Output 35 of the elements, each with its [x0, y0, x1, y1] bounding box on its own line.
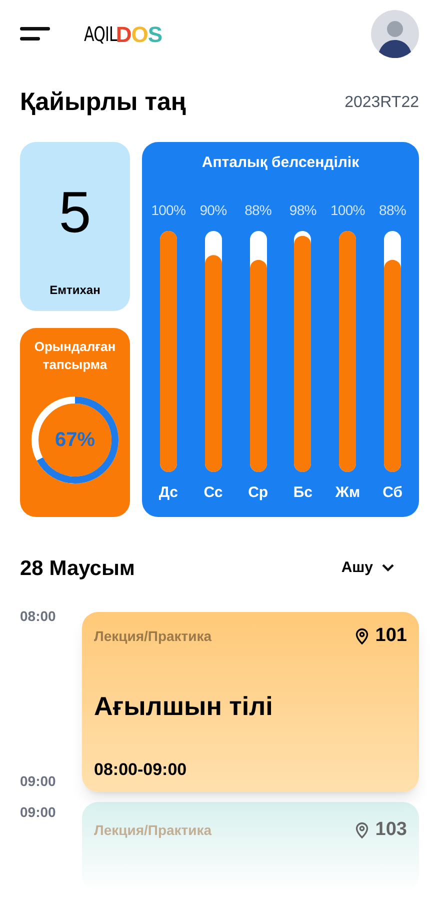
- bar-value-label: 88%: [379, 201, 406, 220]
- tasks-percent: 67%: [54, 430, 96, 450]
- room-number: 101: [375, 624, 407, 648]
- day-label: Сб: [382, 483, 402, 503]
- bar-value-label: 100%: [330, 201, 365, 220]
- expand-toggle[interactable]: Ашу: [341, 557, 395, 580]
- greeting-title: Қайырлы таң: [20, 87, 186, 118]
- time-label: 08:00: [20, 607, 57, 626]
- bar-value-label: 98%: [289, 201, 316, 220]
- bar-value-label: 100%: [151, 201, 186, 220]
- lesson-type: Лекция/Практика: [94, 820, 212, 840]
- exam-label: Емтихан: [50, 282, 100, 298]
- lesson-subject: Ағылшын тілі: [94, 690, 274, 722]
- student-code: 2023RT22: [344, 92, 419, 113]
- time-label: 09:00: [20, 772, 57, 791]
- lesson-time: 08:00-09:00: [94, 758, 188, 780]
- lesson-type: Лекция/Практика: [94, 626, 212, 646]
- activity-title: Апталық белсенділік: [202, 152, 360, 172]
- time-label: 09:00: [20, 803, 57, 822]
- room-number: 103: [375, 818, 407, 842]
- day-label: Сс: [204, 483, 223, 503]
- schedule-date: 28 Маусым: [20, 556, 135, 582]
- tasks-title: Орындалған тапсырма: [33, 338, 117, 374]
- avatar[interactable]: [371, 10, 419, 58]
- lesson-card[interactable]: Лекция/Практика 101 Ағылшын тілі 08:00-09:00: [82, 612, 419, 792]
- bar-value-label: 90%: [200, 201, 227, 220]
- chevron-down-icon: [381, 563, 395, 574]
- exam-count: 5: [58, 184, 92, 242]
- day-label: Жм: [335, 483, 360, 503]
- menu-icon[interactable]: [20, 26, 52, 42]
- day-label: Бс: [293, 483, 312, 503]
- day-label: Ср: [248, 483, 268, 503]
- day-label: Дс: [158, 483, 178, 503]
- bar-value-label: 88%: [244, 201, 272, 220]
- logo: AQILDOS: [84, 20, 162, 48]
